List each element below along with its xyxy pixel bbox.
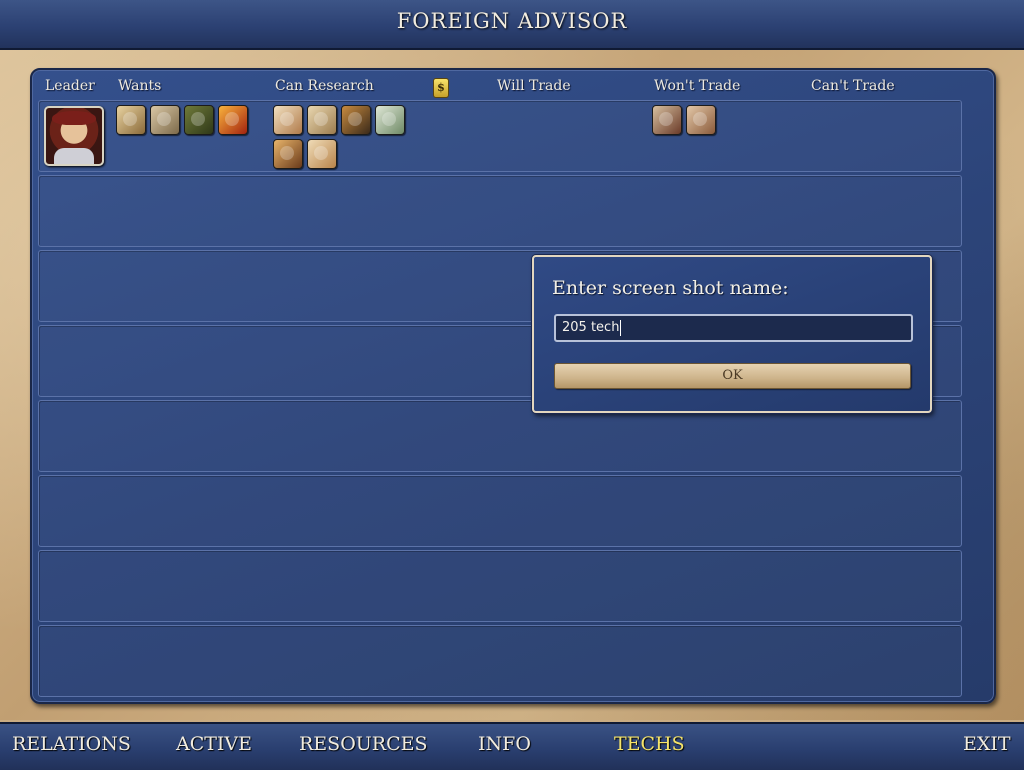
tech-currency-icon[interactable] [184, 105, 214, 135]
tech-code-of-laws-icon[interactable] [150, 105, 180, 135]
title-bar: FOREIGN ADVISOR [0, 0, 1024, 50]
civ-row-empty [38, 175, 962, 247]
bottom-nav-bar: RELATIONS ACTIVE RESOURCES INFO TECHS EX… [0, 722, 1024, 770]
dialog-prompt: Enter screen shot name: [552, 277, 789, 299]
civ-row-empty [38, 475, 962, 547]
tech-bronze-working-icon[interactable] [652, 105, 682, 135]
leader-armor [54, 148, 94, 164]
civ-row-empty [38, 625, 962, 697]
nav-active[interactable]: ACTIVE [176, 733, 252, 755]
tech-literacy-icon[interactable] [307, 105, 337, 135]
civ-row [38, 100, 962, 172]
screenshot-name-dialog: Enter screen shot name: 205 tech OK [532, 255, 932, 413]
tech-map-making-icon[interactable] [307, 139, 337, 169]
column-header-leader: Leader [45, 78, 95, 94]
input-value: 205 tech [562, 320, 620, 335]
tech-philosophy-icon[interactable] [116, 105, 146, 135]
text-caret [620, 319, 622, 336]
nav-techs[interactable]: TECHS [614, 733, 685, 755]
screen-title: FOREIGN ADVISOR [396, 9, 628, 33]
column-header-wont-trade: Won't Trade [654, 78, 741, 94]
tech-horseback-icon[interactable] [273, 139, 303, 169]
ok-button[interactable]: OK [554, 363, 911, 389]
gold-coin-icon: $ [433, 78, 449, 98]
tech-mysticism-icon[interactable] [341, 105, 371, 135]
screenshot-name-input[interactable]: 205 tech [554, 314, 913, 342]
column-header-can-research: Can Research [275, 78, 374, 94]
nav-resources[interactable]: RESOURCES [299, 733, 428, 755]
tech-writing-icon[interactable] [273, 105, 303, 135]
nav-relations[interactable]: RELATIONS [12, 733, 131, 755]
tech-masonry-icon[interactable] [686, 105, 716, 135]
column-header-wants: Wants [118, 78, 162, 94]
leader-hat [52, 111, 96, 125]
tech-iron-working-icon[interactable] [218, 105, 248, 135]
nav-exit[interactable]: EXIT [963, 733, 1011, 755]
column-header-cant-trade: Can't Trade [811, 78, 895, 94]
nav-info[interactable]: INFO [478, 733, 531, 755]
column-header-will-trade: Will Trade [497, 78, 571, 94]
tech-trade-icon[interactable] [375, 105, 405, 135]
civ-row-empty [38, 550, 962, 622]
leader-portrait-icon[interactable] [44, 106, 104, 166]
